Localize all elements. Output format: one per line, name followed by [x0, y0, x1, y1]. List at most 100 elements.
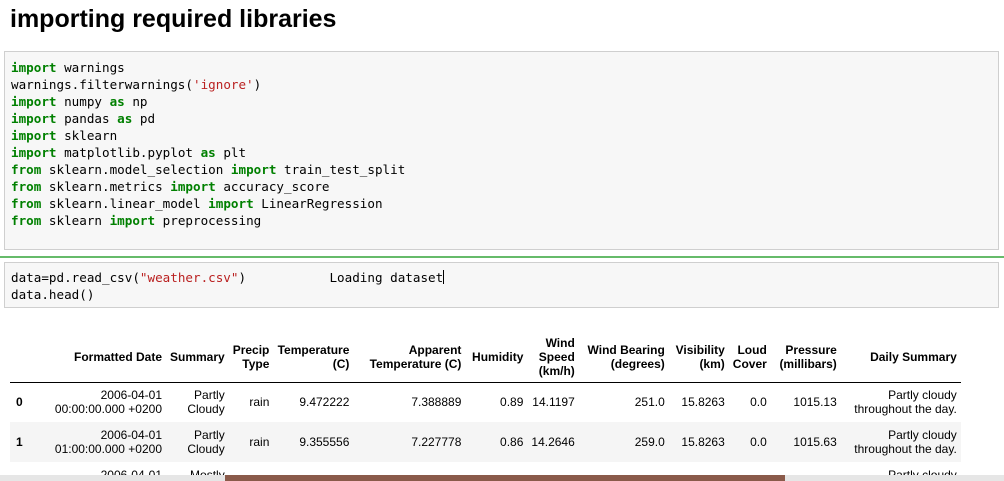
code-cell-load-dataset[interactable]: data=pd.read_csv("weather.csv") Loading …	[4, 262, 999, 308]
table-cell: rain	[249, 435, 270, 449]
table-cell: 1015.13	[793, 395, 837, 410]
code-token: warnings	[56, 60, 125, 75]
code-token: matplotlib.pyplot	[56, 145, 201, 160]
code-token: data=pd.read_csv(	[11, 270, 140, 285]
table-cell: Partly cloudythroughout the day.	[854, 388, 957, 417]
code-line: warnings.filterwarnings('ignore')	[11, 76, 992, 93]
code-token: import	[170, 179, 216, 194]
code-token: sklearn.linear_model	[41, 196, 209, 211]
code-line: import pandas as pd	[11, 110, 992, 127]
code-line: import numpy as np	[11, 93, 992, 110]
code-token: from	[11, 162, 42, 177]
page-heading: importing required libraries	[10, 5, 337, 33]
table-cell: 7.227778	[411, 435, 462, 449]
code-token: accuracy_score	[215, 179, 330, 194]
code-token: from	[11, 196, 42, 211]
code-token: sklearn	[41, 213, 110, 228]
table-cell: 1015.63	[793, 435, 837, 449]
column-header: Precip Type	[228, 333, 274, 383]
code-token: import	[11, 128, 57, 143]
code-token: import	[208, 196, 254, 211]
table-cell: 0.89	[500, 395, 524, 410]
code-token: ) Loading dataset	[238, 270, 444, 285]
code-token: as	[200, 145, 216, 160]
column-header: Visibility (km)	[668, 333, 729, 383]
table-cell: rain	[249, 395, 270, 410]
table-cell: 251.0	[634, 395, 665, 410]
code-token: import	[11, 145, 57, 160]
code-line: from sklearn.linear_model import LinearR…	[11, 195, 992, 212]
table-cell: 0.0	[750, 435, 767, 449]
code-token: import	[11, 111, 57, 126]
code-token: "weather.csv"	[139, 270, 239, 285]
code-token: plt	[215, 145, 247, 160]
column-header: Apparent Temperature (C)	[353, 333, 466, 383]
table-cell: 0.86	[500, 435, 524, 449]
dataframe-output: Formatted Date Summary Precip Type Temperatu…	[10, 333, 961, 481]
code-token: from	[11, 179, 42, 194]
code-token: pandas	[56, 111, 118, 126]
code-cell-imports[interactable]: import warnings warnings.filterwarnings('…	[4, 51, 999, 250]
code-token: import	[11, 60, 57, 75]
row-index: 1	[16, 435, 23, 449]
code-token: pd	[132, 111, 156, 126]
cell-selection-indicator	[0, 256, 1004, 258]
table-cell: 2006-04-01 00:00:00.000 +0200	[54, 388, 162, 417]
table-cell: 9.472222	[299, 395, 350, 410]
code-line: from sklearn import preprocessing	[11, 212, 992, 229]
code-token: sklearn.model_selection	[41, 162, 231, 177]
table-cell: 15.8263	[681, 395, 725, 410]
code-token: 'ignore'	[192, 77, 254, 92]
table-cell: Partly Cloudy	[187, 388, 225, 417]
column-header: Temperature (C)	[273, 333, 354, 383]
table-cell: Partly Cloudy	[187, 428, 225, 456]
code-token: preprocessing	[155, 213, 262, 228]
table-cell: 7.388889	[411, 395, 462, 410]
code-token: data.head()	[11, 287, 95, 302]
code-token: as	[109, 94, 125, 109]
code-token: )	[253, 77, 262, 92]
code-line: import warnings	[11, 59, 992, 76]
code-token: sklearn.metrics	[41, 179, 171, 194]
code-line: import matplotlib.pyplot as plt	[11, 144, 992, 161]
code-token: import	[109, 213, 156, 228]
code-line: from sklearn.model_selection import trai…	[11, 161, 992, 178]
table-cell: 0.0	[750, 395, 767, 410]
column-header: Pressure (millibars)	[770, 333, 841, 383]
column-header: Wind Bearing (degrees)	[578, 333, 669, 383]
code-token: sklearn	[56, 128, 118, 143]
table-row: 0 2006-04-01 00:00:00.000 +0200 Partly Cloud…	[10, 382, 961, 422]
column-header: Loud Cover	[728, 333, 771, 383]
text-cursor	[443, 270, 445, 284]
table-cell: 259.0	[634, 435, 665, 449]
table-cell: 9.355556	[299, 435, 350, 449]
index-header	[10, 333, 36, 383]
column-header: Daily Summary	[840, 333, 961, 383]
code-token: import	[11, 94, 57, 109]
code-token: np	[124, 94, 148, 109]
code-token: import	[230, 162, 277, 177]
code-token: as	[117, 111, 133, 126]
table-row: 1 2006-04-01 01:00:00.000 +0200 Partly Cloud…	[10, 422, 961, 462]
code-token: numpy	[56, 94, 110, 109]
code-token: LinearRegression	[253, 196, 383, 211]
horizontal-scrollbar-thumb[interactable]	[225, 475, 785, 481]
table-cell: 15.8263	[681, 435, 725, 449]
column-header: Formatted Date	[36, 333, 166, 383]
code-token: train_test_split	[276, 162, 406, 177]
column-header: Humidity	[465, 333, 528, 383]
code-line: data.head()	[11, 286, 992, 303]
code-line: data=pd.read_csv("weather.csv") Loading …	[11, 269, 992, 286]
table-cell: 14.2646	[531, 435, 575, 449]
table-header-row: Formatted Date Summary Precip Type Temperatu…	[10, 333, 961, 383]
code-line: from sklearn.metrics import accuracy_sco…	[11, 178, 992, 195]
code-line: import sklearn	[11, 127, 992, 144]
row-index: 0	[16, 395, 23, 410]
table-cell: Partly cloudythroughout the day.	[854, 428, 957, 456]
code-token: from	[11, 213, 42, 228]
table-cell: 14.1197	[532, 395, 575, 410]
column-header: Wind Speed (km/h)	[527, 333, 579, 383]
column-header: Summary	[166, 333, 229, 383]
table-cell: 2006-04-01 01:00:00.000 +0200	[54, 428, 162, 456]
code-token: warnings.filterwarnings(	[11, 77, 193, 92]
